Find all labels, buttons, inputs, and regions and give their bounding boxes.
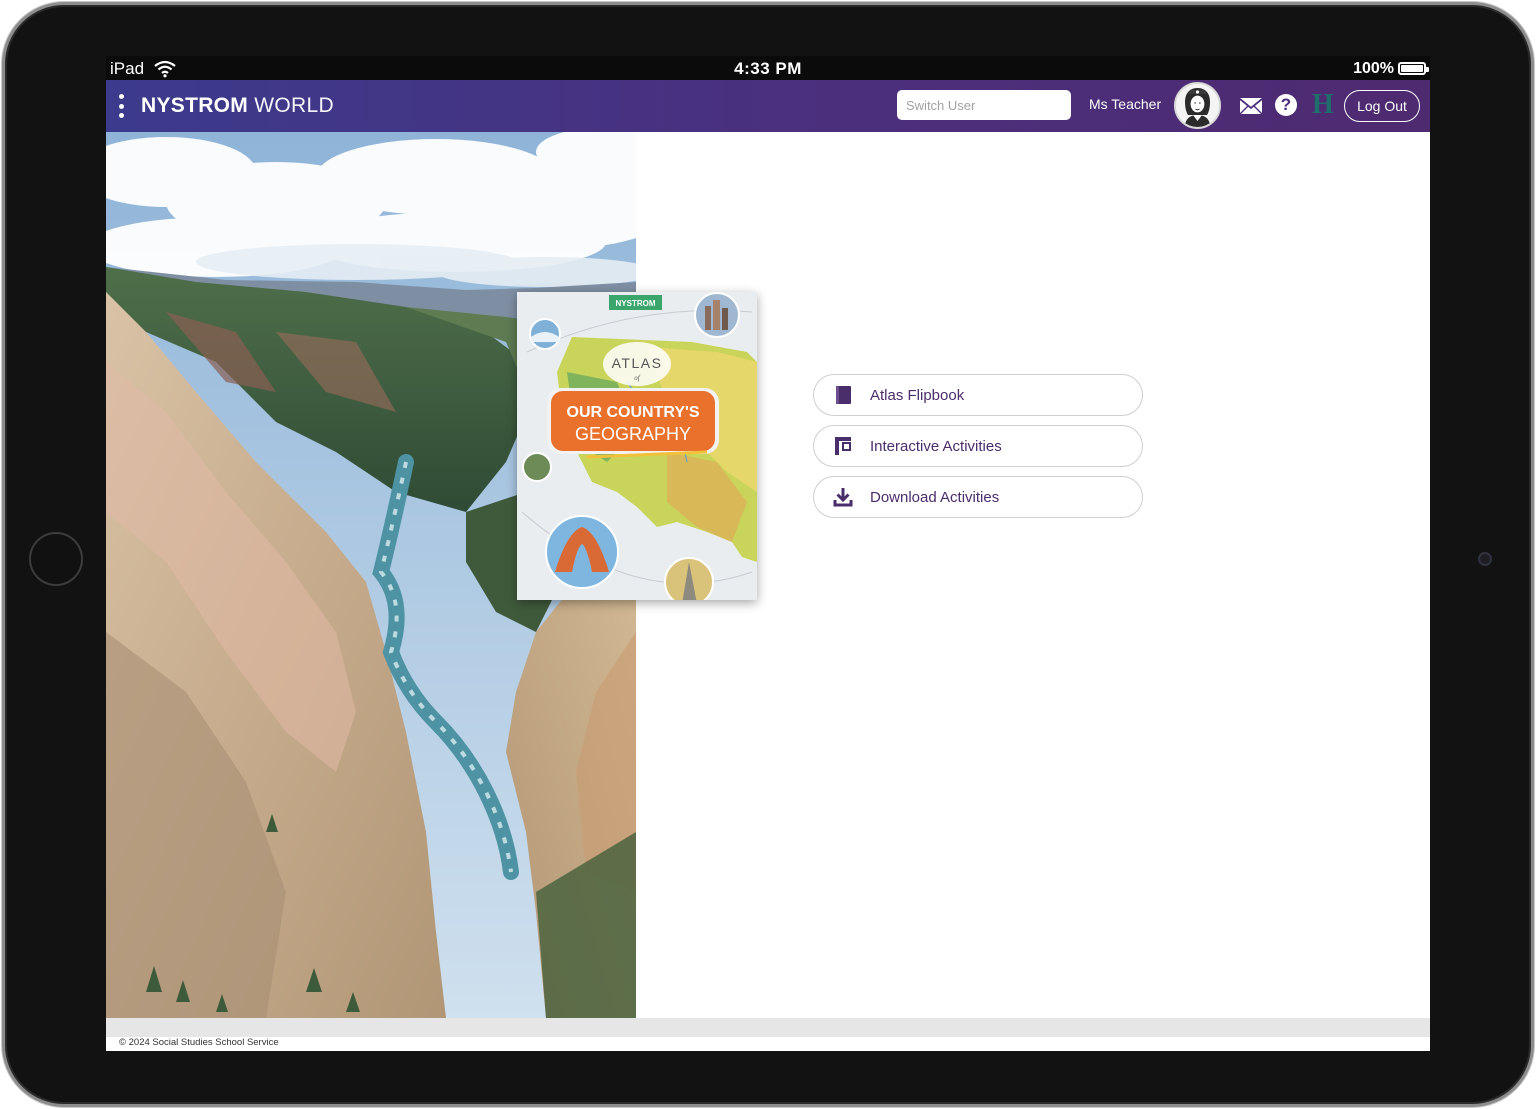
battery-percent: 100%: [1353, 60, 1394, 77]
screen: iPad 4:33 PM 100% NYSTROM WORLD Ms Teach…: [106, 56, 1430, 1051]
avatar[interactable]: [1174, 82, 1221, 129]
menu-dots-icon[interactable]: [116, 94, 126, 118]
cover-title-line2: GEOGRAPHY: [575, 424, 691, 444]
cover-title-line1: OUR COUNTRY'S: [567, 404, 700, 421]
footer-bar: [106, 1018, 1430, 1037]
book-icon: [836, 386, 851, 404]
h-icon[interactable]: H: [1312, 89, 1334, 121]
brand-logo[interactable]: NYSTROM WORLD: [141, 94, 334, 118]
action-label: Interactive Activities: [870, 437, 1002, 455]
avatar-portrait-icon: [1176, 84, 1219, 127]
camera-icon: [1478, 552, 1492, 566]
activities-icon: [835, 437, 851, 455]
action-list: Atlas Flipbook Interactive Activities Do…: [813, 374, 1143, 527]
brand-bold-text: NYSTROM: [141, 94, 249, 117]
app-header: NYSTROM WORLD Ms Teacher ? H Log: [106, 80, 1430, 132]
interactive-activities-button[interactable]: Interactive Activities: [813, 425, 1143, 467]
user-name: Ms Teacher: [1089, 96, 1162, 112]
brand-light-text: WORLD: [254, 94, 334, 117]
switch-user-input[interactable]: [897, 90, 1071, 120]
action-label: Atlas Flipbook: [870, 386, 965, 404]
atlas-book-cover[interactable]: NYSTROM ATLAS of OUR COUNTRY'S GEOGRAPHY: [517, 292, 757, 600]
copyright-text: © 2024 Social Studies School Service: [119, 1037, 279, 1048]
cover-artwork: NYSTROM ATLAS of OUR COUNTRY'S GEOGRAPHY: [517, 292, 757, 600]
status-bar: iPad 4:33 PM 100%: [106, 56, 1430, 80]
help-icon[interactable]: ?: [1275, 94, 1297, 116]
cover-title-top: ATLAS: [612, 355, 663, 371]
mail-icon[interactable]: [1239, 96, 1263, 116]
atlas-flipbook-button[interactable]: Atlas Flipbook: [813, 374, 1143, 416]
battery-icon: [1398, 62, 1429, 75]
status-time: 4:33 PM: [734, 59, 802, 78]
download-icon: [833, 488, 853, 507]
home-button[interactable]: [29, 532, 83, 586]
logout-button[interactable]: Log Out: [1344, 90, 1420, 122]
download-activities-button[interactable]: Download Activities: [813, 476, 1143, 518]
action-label: Download Activities: [870, 488, 1000, 506]
cover-publisher: NYSTROM: [616, 299, 656, 308]
